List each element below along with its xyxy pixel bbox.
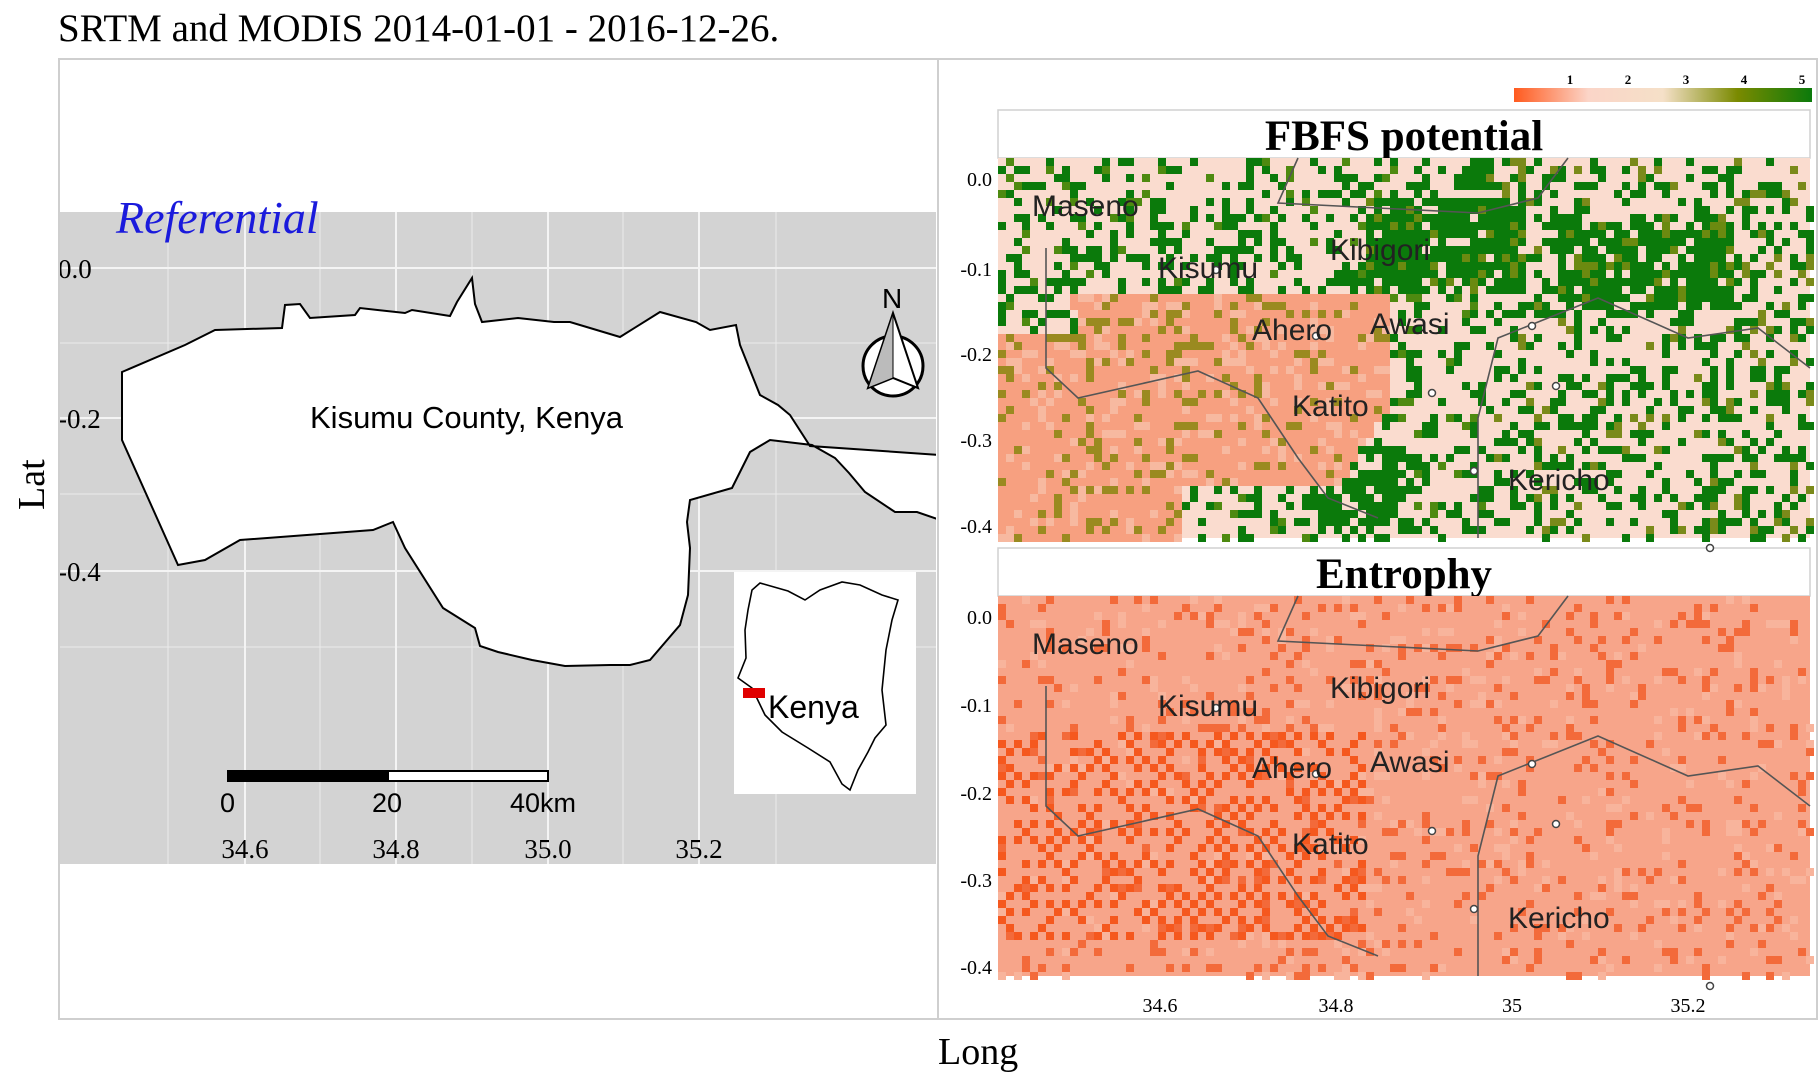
- legend-tick-label: 5: [1799, 72, 1806, 87]
- city-label-maseno: Maseno: [1032, 628, 1139, 661]
- city-label-ahero: Ahero: [1252, 314, 1332, 347]
- x-axis-title: Long: [938, 1031, 1019, 1073]
- city-label-kisumu: Kisumu: [1158, 690, 1258, 723]
- ref-y-tick-label: -0.2: [60, 404, 101, 434]
- city-marker: [1551, 381, 1561, 391]
- entropy-title: Entrophy: [1316, 551, 1493, 598]
- entropy-x-tick-label: 34.8: [1319, 995, 1354, 1017]
- fbfs-y-tick-label: -0.3: [960, 430, 992, 452]
- legend-tick-label: 1: [1567, 72, 1574, 87]
- ref-x-tick-label: 34.6: [221, 834, 268, 864]
- scalebar-label-40: 40km: [510, 788, 576, 818]
- ref-y-tick-label: -0.4: [60, 557, 101, 587]
- city-marker: [1705, 981, 1715, 991]
- city-label-kisumu: Kisumu: [1158, 252, 1258, 285]
- city-label-awasi: Awasi: [1370, 746, 1449, 779]
- inset-kenya-map: Kenya: [734, 572, 916, 794]
- scalebar-black-segment: [227, 770, 389, 782]
- main-title: SRTM and MODIS 2014-01-01 - 2016-12-26.: [58, 7, 780, 50]
- legend-colorbar: [1514, 88, 1812, 102]
- city-marker: [1427, 826, 1437, 836]
- city-label-kibigori: Kibigori: [1330, 672, 1430, 705]
- legend-tick-label: 2: [1625, 72, 1632, 87]
- city-label-kibigori: Kibigori: [1330, 234, 1430, 267]
- scalebar-label-0: 0: [220, 788, 235, 818]
- entropy-x-tick-label: 34.6: [1143, 995, 1178, 1017]
- city-label-kericho: Kericho: [1508, 902, 1610, 935]
- ref-x-tick-label: 35.0: [524, 834, 571, 864]
- referential-label: Referential: [115, 192, 319, 243]
- entropy-x-tick-label: 35: [1502, 995, 1522, 1017]
- entropy-y-tick-label: -0.1: [960, 695, 992, 717]
- fbfs-legend: 1 2 3 4 5: [1514, 72, 1812, 102]
- legend-tick-label: 4: [1741, 72, 1748, 87]
- fbfs-y-tick-label: -0.4: [960, 516, 992, 538]
- city-marker: [1427, 388, 1437, 398]
- city-label-maseno: Maseno: [1032, 190, 1139, 223]
- city-marker: [1551, 819, 1561, 829]
- kisumu-highlight: [743, 688, 765, 698]
- entropy-x-tick-label: 35.2: [1671, 995, 1706, 1017]
- panel-divider: [937, 58, 939, 1020]
- legend-tick-label: 3: [1683, 72, 1690, 87]
- city-marker: [1527, 321, 1537, 331]
- city-label-ahero: Ahero: [1252, 752, 1332, 785]
- city-label-awasi: Awasi: [1370, 308, 1449, 341]
- city-marker: [1705, 543, 1715, 553]
- region-label: Kisumu County, Kenya: [310, 400, 624, 435]
- scalebar-white-segment: [387, 770, 549, 782]
- city-label-katito: Katito: [1292, 828, 1369, 861]
- fbfs-title: FBFS potential: [1265, 113, 1543, 160]
- entropy-y-tick-label: 0.0: [967, 607, 992, 629]
- city-marker: [1469, 466, 1479, 476]
- analysis-panels: 1 2 3 4 5 FBFS potential Entrophy Maseno Kisu…: [960, 72, 1814, 1017]
- scalebar-label-20: 20: [372, 788, 402, 818]
- city-label-kericho: Kericho: [1508, 464, 1610, 497]
- city-marker: [1527, 759, 1537, 769]
- city-marker: [1469, 904, 1479, 914]
- ref-x-tick-label: 35.2: [675, 834, 722, 864]
- entropy-y-tick-label: -0.2: [960, 783, 992, 805]
- fbfs-y-tick-label: 0.0: [967, 169, 992, 191]
- y-axis-title: Lat: [11, 459, 53, 510]
- ref-x-tick-label: 34.8: [372, 834, 419, 864]
- fbfs-y-tick-label: -0.1: [960, 259, 992, 281]
- entropy-y-tick-label: -0.3: [960, 870, 992, 892]
- ref-y-tick-label: 0.0: [60, 254, 92, 284]
- city-label-katito: Katito: [1292, 390, 1369, 423]
- inset-label: Kenya: [768, 689, 859, 725]
- north-label: N: [882, 283, 902, 314]
- entropy-y-tick-label: -0.4: [960, 957, 992, 979]
- fbfs-y-tick-label: -0.2: [960, 344, 992, 366]
- referential-map: Referential Kisumu County, Kenya N 0 20 …: [60, 192, 936, 864]
